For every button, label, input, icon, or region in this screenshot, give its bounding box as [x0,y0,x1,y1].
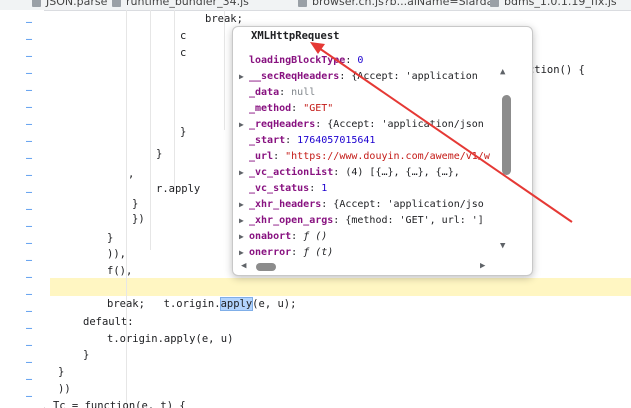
annotation-arrowhead-icon [310,42,325,54]
annotation-arrow-line [315,45,573,223]
annotation-arrow [310,42,573,223]
